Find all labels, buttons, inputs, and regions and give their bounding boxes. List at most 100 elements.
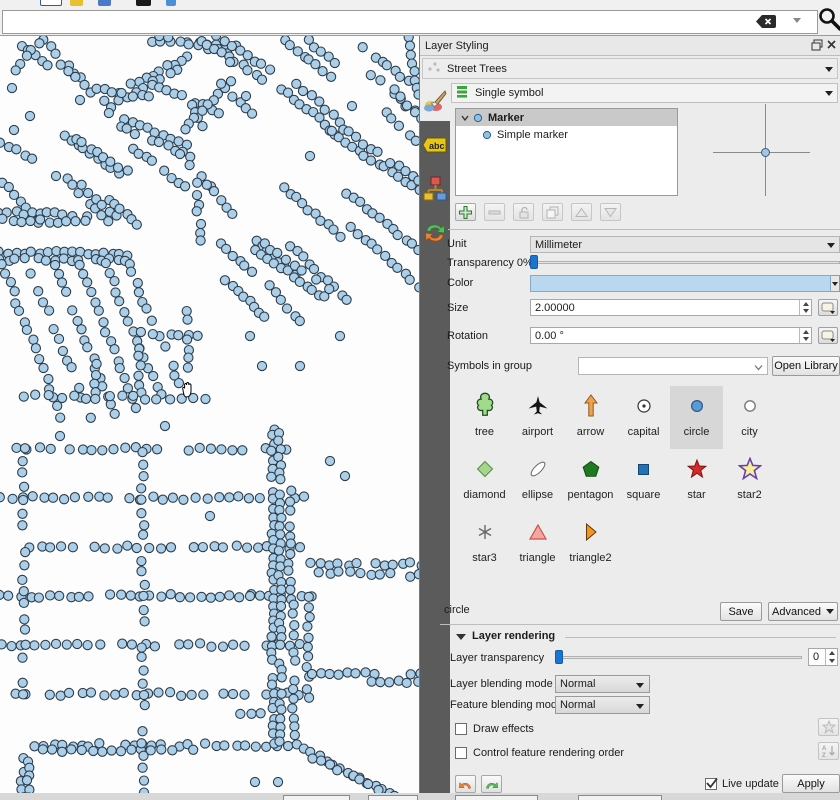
pan-hand-cursor [180, 382, 195, 399]
spin-up-icon[interactable] [800, 328, 811, 336]
toolbar-icon-fragment[interactable] [166, 0, 176, 6]
symbol-item-label: city [741, 426, 758, 438]
live-update-checkbox[interactable] [705, 778, 717, 790]
data-defined-override-button[interactable] [818, 299, 838, 316]
toolbar-icon-fragment[interactable] [136, 0, 151, 6]
symbol-item-arrow[interactable]: arrow [564, 386, 617, 449]
svg-text:Z: Z [822, 753, 826, 758]
control-rendering-order-checkbox[interactable] [455, 747, 467, 759]
renderer-combo[interactable]: Single symbol [451, 83, 838, 103]
clear-text-icon[interactable] [755, 14, 777, 32]
advanced-button[interactable]: Advanced [768, 602, 838, 621]
spin-down-icon[interactable] [800, 336, 811, 344]
symbol-item-tree[interactable]: tree [458, 386, 511, 449]
toolbar-icon-fragment[interactable] [98, 0, 111, 6]
symbol-item-star3[interactable]: star3 [458, 512, 511, 575]
color-button[interactable] [530, 275, 831, 292]
symbols-group-combo[interactable] [578, 357, 768, 375]
color-dropdown-button[interactable] [831, 275, 840, 292]
search-input[interactable] [7, 13, 747, 31]
slider-handle[interactable] [530, 255, 538, 269]
tab-labels[interactable]: abc [420, 127, 450, 165]
float-panel-icon[interactable] [811, 39, 824, 52]
layer-name: Street Trees [447, 63, 507, 75]
symbol-item-square[interactable]: square [617, 449, 670, 512]
live-update-label: Live update [722, 778, 779, 790]
transparency-label: Transparency 0% [447, 257, 533, 269]
spin-up-icon[interactable] [800, 300, 811, 308]
unit-combo[interactable]: Millimeter [530, 236, 840, 253]
size-spinbox[interactable]: 2.00000 [530, 299, 812, 316]
symbol-item-label: ellipse [522, 489, 553, 501]
feature-blending-combo[interactable]: Normal [555, 696, 650, 714]
spin-up-icon[interactable] [826, 649, 837, 657]
remove-symbol-layer-button[interactable] [484, 203, 505, 221]
symbol-item-triangle[interactable]: triangle [511, 512, 564, 575]
tree-item-simple-marker[interactable]: Simple marker [456, 126, 677, 143]
symbol-item-circle[interactable]: circle [670, 386, 723, 449]
panel-tabbar: abc [420, 83, 450, 793]
redo-button[interactable] [481, 775, 502, 793]
move-down-button[interactable] [600, 203, 621, 221]
lock-color-button[interactable] [513, 203, 534, 221]
draw-effects-checkbox[interactable] [455, 723, 467, 735]
spin-down-icon[interactable] [826, 657, 837, 665]
apply-button[interactable]: Apply [782, 774, 840, 793]
tree-item-marker[interactable]: Marker [456, 109, 677, 126]
collapse-arrow-icon[interactable] [456, 634, 466, 640]
layer-selector-combo[interactable]: Street Trees [422, 58, 838, 79]
symbol-item-star[interactable]: star [670, 449, 723, 512]
undo-button[interactable] [455, 775, 476, 793]
sort-az-icon[interactable]: A Z [818, 742, 839, 760]
spin-down-icon[interactable] [800, 308, 811, 316]
panel-titlebar[interactable]: Layer Styling [420, 36, 840, 56]
layer-transparency-label: Layer transparency [450, 652, 544, 664]
symbol-item-label: square [627, 489, 661, 501]
layer-transparency-value: 0 [813, 651, 819, 663]
rotation-spinbox[interactable]: 0.00 ° [530, 327, 812, 344]
symbol-item-star2[interactable]: star2 [723, 449, 776, 512]
save-button[interactable]: Save [720, 602, 762, 621]
map-canvas[interactable] [0, 36, 421, 793]
toolbar-icon-fragment[interactable] [70, 0, 83, 6]
search-icon[interactable] [818, 7, 840, 34]
tab-diagrams[interactable] [420, 171, 450, 209]
move-up-button[interactable] [571, 203, 592, 221]
symbol-item-label: star3 [472, 552, 496, 564]
add-symbol-layer-button[interactable] [455, 203, 476, 221]
symbol-item-capital[interactable]: capital [617, 386, 670, 449]
layer-rendering-title[interactable]: Layer rendering [472, 630, 555, 642]
symbol-item-triangle2[interactable]: triangle2 [564, 512, 617, 575]
open-library-button[interactable]: Open Library [772, 356, 840, 376]
symbol-item-label: airport [522, 426, 553, 438]
toolbar-icon-fragment[interactable] [40, 0, 62, 6]
rotation-label: Rotation [447, 330, 488, 342]
svg-text:A: A [822, 746, 827, 752]
layer-transparency-spinbox[interactable]: 0 [808, 648, 838, 666]
symbol-grid: tree airport arrowcapitalcircle city diamond… [458, 386, 778, 575]
customize-effects-star-icon[interactable] [818, 718, 839, 736]
symbol-item-airport[interactable]: airport [511, 386, 564, 449]
advanced-label: Advanced [772, 606, 821, 618]
tab-history[interactable] [420, 215, 450, 253]
data-defined-override-button[interactable] [818, 327, 838, 344]
symbol-item-label: tree [475, 426, 494, 438]
slider-handle[interactable] [555, 650, 563, 664]
symbol-item-city[interactable]: city [723, 386, 776, 449]
chevron-down-icon [827, 243, 835, 248]
chevron-down-icon[interactable] [793, 18, 801, 23]
close-panel-icon[interactable] [826, 39, 839, 52]
tab-symbology[interactable] [420, 83, 450, 121]
transparency-slider[interactable] [530, 254, 840, 270]
search-box[interactable] [2, 10, 818, 34]
layer-styling-panel: Layer Styling Street Trees Single symbol [420, 36, 840, 793]
expander-icon[interactable] [460, 113, 470, 123]
duplicate-symbol-layer-button[interactable] [542, 203, 563, 221]
chevron-down-icon [636, 704, 644, 709]
symbol-item-diamond[interactable]: diamond [458, 449, 511, 512]
square-symbol-icon [637, 449, 650, 489]
layer-blending-combo[interactable]: Normal [555, 675, 650, 693]
layer-transparency-slider[interactable] [555, 649, 802, 665]
symbol-item-ellipse[interactable]: ellipse [511, 449, 564, 512]
symbol-item-pentagon[interactable]: pentagon [564, 449, 617, 512]
